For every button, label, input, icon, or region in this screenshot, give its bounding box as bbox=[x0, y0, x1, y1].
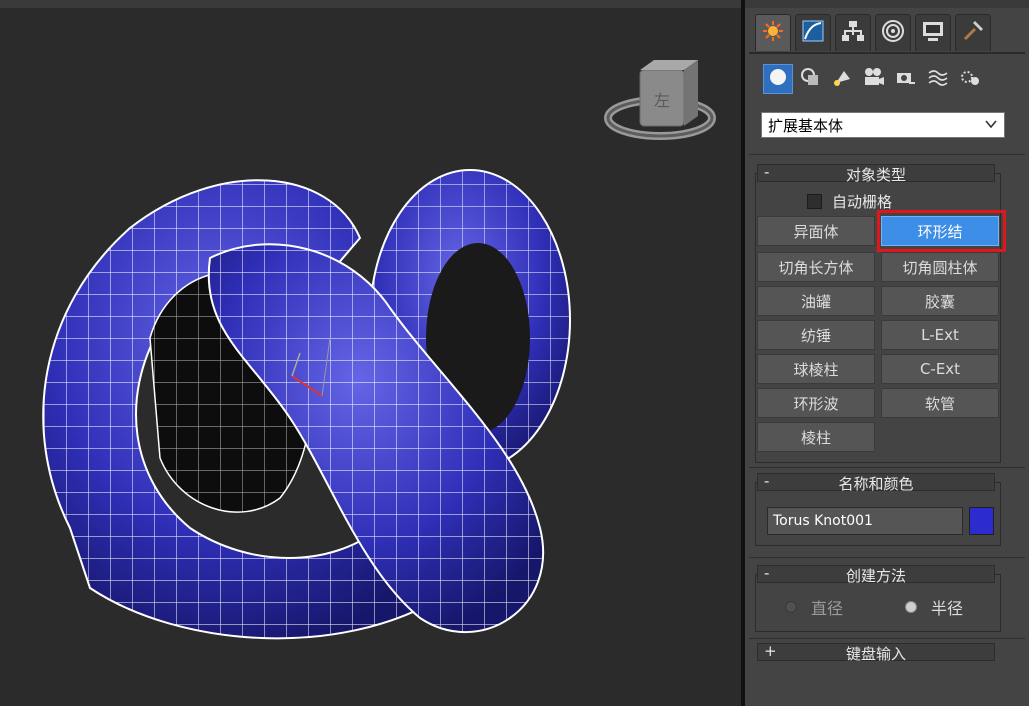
btn-hose[interactable]: 软管 bbox=[881, 388, 999, 418]
viewcube-label: 左 bbox=[654, 91, 670, 110]
utilities-tab[interactable] bbox=[955, 14, 991, 51]
keyboard-entry-header[interactable]: + 键盘输入 bbox=[757, 642, 995, 663]
sphere-icon bbox=[768, 67, 788, 92]
creation-method-header[interactable]: - 创建方法 bbox=[757, 564, 995, 585]
shapes-icon bbox=[800, 67, 820, 92]
light-icon bbox=[832, 67, 852, 92]
display-icon bbox=[921, 19, 945, 47]
radio-radius-label: 半径 bbox=[931, 599, 964, 618]
object-color-swatch[interactable] bbox=[969, 507, 994, 535]
command-panel: 扩展基本体 - 对象类型 自动栅格 异面体 环形结 切角长方体 切角圆柱体 油罐… bbox=[745, 8, 1029, 706]
hammer-icon bbox=[961, 19, 985, 47]
btn-capsule[interactable]: 胶囊 bbox=[881, 286, 999, 316]
annotation-highlight bbox=[877, 210, 1006, 252]
spacewarps-category[interactable] bbox=[923, 64, 953, 94]
perspective-viewport[interactable]: 左 bbox=[0, 8, 741, 706]
btn-ringwave[interactable]: 环形波 bbox=[757, 388, 875, 418]
torus-knot-render[interactable]: 左 bbox=[0, 8, 741, 706]
btn-prism[interactable]: 棱柱 bbox=[757, 422, 875, 452]
radio-dot bbox=[785, 601, 797, 613]
autogrid-checkbox[interactable]: 自动栅格 bbox=[807, 191, 892, 212]
btn-l-ext[interactable]: L-Ext bbox=[881, 320, 999, 350]
chevron-down-icon bbox=[984, 117, 998, 135]
btn-spindle[interactable]: 纺锤 bbox=[757, 320, 875, 350]
camera-icon bbox=[863, 67, 885, 92]
category-dropdown-value: 扩展基本体 bbox=[768, 116, 844, 135]
keyboard-entry-title: 键盘输入 bbox=[845, 645, 906, 663]
tabs-bar bbox=[749, 52, 1025, 54]
separator bbox=[749, 154, 1025, 155]
autogrid-label: 自动栅格 bbox=[832, 193, 893, 211]
checkbox-box bbox=[807, 194, 822, 209]
curve-icon bbox=[801, 19, 825, 47]
modify-tab[interactable] bbox=[795, 14, 831, 51]
spacewarp-icon bbox=[927, 67, 949, 92]
display-tab[interactable] bbox=[915, 14, 951, 51]
radio-diameter[interactable]: 直径 bbox=[785, 595, 843, 619]
btn-chamfer-box[interactable]: 切角长方体 bbox=[757, 252, 875, 282]
btn-oiltank[interactable]: 油罐 bbox=[757, 286, 875, 316]
separator bbox=[749, 467, 1025, 468]
name-color-header[interactable]: - 名称和颜色 bbox=[757, 472, 995, 493]
helper-icon bbox=[895, 67, 917, 92]
btn-c-ext[interactable]: C-Ext bbox=[881, 354, 999, 384]
object-name-field[interactable]: Torus Knot001 bbox=[767, 507, 963, 535]
cameras-category[interactable] bbox=[859, 64, 889, 94]
radio-diameter-label: 直径 bbox=[811, 599, 844, 618]
systems-category[interactable] bbox=[955, 64, 985, 94]
create-tab[interactable] bbox=[755, 14, 791, 51]
separator bbox=[749, 557, 1025, 558]
sun-icon bbox=[762, 20, 784, 46]
category-dropdown[interactable]: 扩展基本体 bbox=[761, 112, 1005, 138]
motion-tab[interactable] bbox=[875, 14, 911, 51]
object-type-header[interactable]: - 对象类型 bbox=[757, 163, 995, 184]
btn-chamfer-cyl[interactable]: 切角圆柱体 bbox=[881, 252, 999, 282]
radio-dot-selected bbox=[905, 601, 917, 613]
shapes-category[interactable] bbox=[795, 64, 825, 94]
creation-method-title: 创建方法 bbox=[845, 567, 906, 585]
helpers-category[interactable] bbox=[891, 64, 921, 94]
hierarchy-icon bbox=[841, 19, 865, 47]
radio-radius[interactable]: 半径 bbox=[905, 595, 963, 619]
viewcube[interactable]: 左 bbox=[604, 60, 716, 140]
object-type-title: 对象类型 bbox=[845, 166, 906, 184]
lights-category[interactable] bbox=[827, 64, 857, 94]
separator bbox=[749, 638, 1025, 639]
hierarchy-tab[interactable] bbox=[835, 14, 871, 51]
motion-icon bbox=[881, 19, 905, 47]
btn-hedra[interactable]: 异面体 bbox=[757, 216, 875, 246]
systems-icon bbox=[959, 67, 981, 92]
btn-gengon[interactable]: 球棱柱 bbox=[757, 354, 875, 384]
geometry-category[interactable] bbox=[763, 64, 793, 94]
name-color-title: 名称和颜色 bbox=[838, 475, 914, 493]
